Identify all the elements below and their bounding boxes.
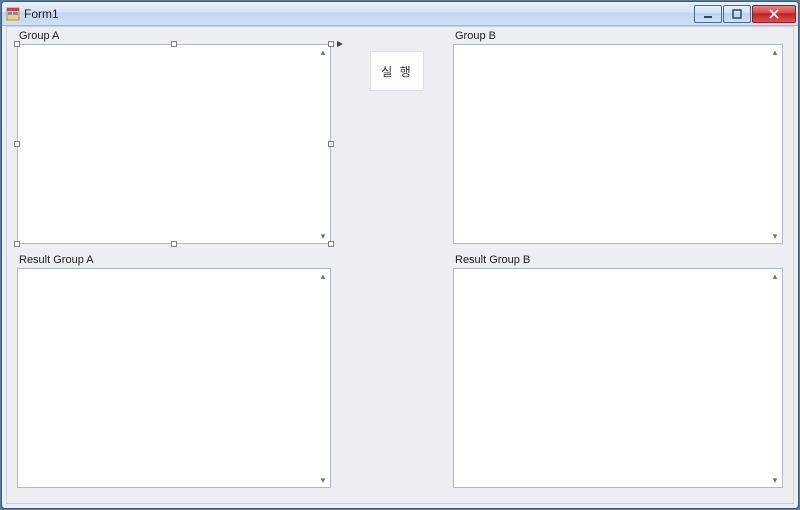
label-result-b: Result Group B xyxy=(455,254,530,266)
scroll-down-icon[interactable]: ▾ xyxy=(770,231,780,241)
selection-handle-s[interactable] xyxy=(171,241,177,247)
smarttag-glyph-icon[interactable] xyxy=(333,37,347,51)
window-title: Form1 xyxy=(24,7,693,21)
textbox-group-a[interactable]: ▴ ▾ xyxy=(17,44,331,244)
label-result-a: Result Group A xyxy=(19,254,94,266)
scroll-up-icon[interactable]: ▴ xyxy=(318,47,328,57)
scroll-up-icon[interactable]: ▴ xyxy=(770,271,780,281)
titlebar[interactable]: Form1 xyxy=(2,2,798,26)
scroll-up-icon[interactable]: ▴ xyxy=(770,47,780,57)
close-button[interactable] xyxy=(752,5,796,23)
scroll-down-icon[interactable]: ▾ xyxy=(318,231,328,241)
selection-handle-e[interactable] xyxy=(328,141,334,147)
selection-handle-w[interactable] xyxy=(14,141,20,147)
run-button-label: 실 행 xyxy=(381,63,412,80)
app-icon xyxy=(6,7,20,21)
selection-handle-n[interactable] xyxy=(171,41,177,47)
selection-handle-se[interactable] xyxy=(328,241,334,247)
run-button[interactable]: 실 행 xyxy=(370,51,424,91)
maximize-button[interactable] xyxy=(723,5,751,23)
window-buttons xyxy=(693,5,796,23)
label-group-b: Group B xyxy=(455,30,496,42)
selection-handle-sw[interactable] xyxy=(14,241,20,247)
textbox-result-a[interactable]: ▴ ▾ xyxy=(17,268,331,488)
minimize-button[interactable] xyxy=(694,5,722,23)
scroll-down-icon[interactable]: ▾ xyxy=(318,475,328,485)
window-frame: Form1 Group A ▴ ▾ xyxy=(1,1,799,509)
textbox-result-b[interactable]: ▴ ▾ xyxy=(453,268,783,488)
textbox-group-b[interactable]: ▴ ▾ xyxy=(453,44,783,244)
scroll-up-icon[interactable]: ▴ xyxy=(318,271,328,281)
label-group-a: Group A xyxy=(19,30,59,42)
selection-handle-nw[interactable] xyxy=(14,41,20,47)
scroll-down-icon[interactable]: ▾ xyxy=(770,475,780,485)
form-client-area: Group A ▴ ▾ Group B ▴ ▾ Result Group A ▴… xyxy=(6,26,794,504)
